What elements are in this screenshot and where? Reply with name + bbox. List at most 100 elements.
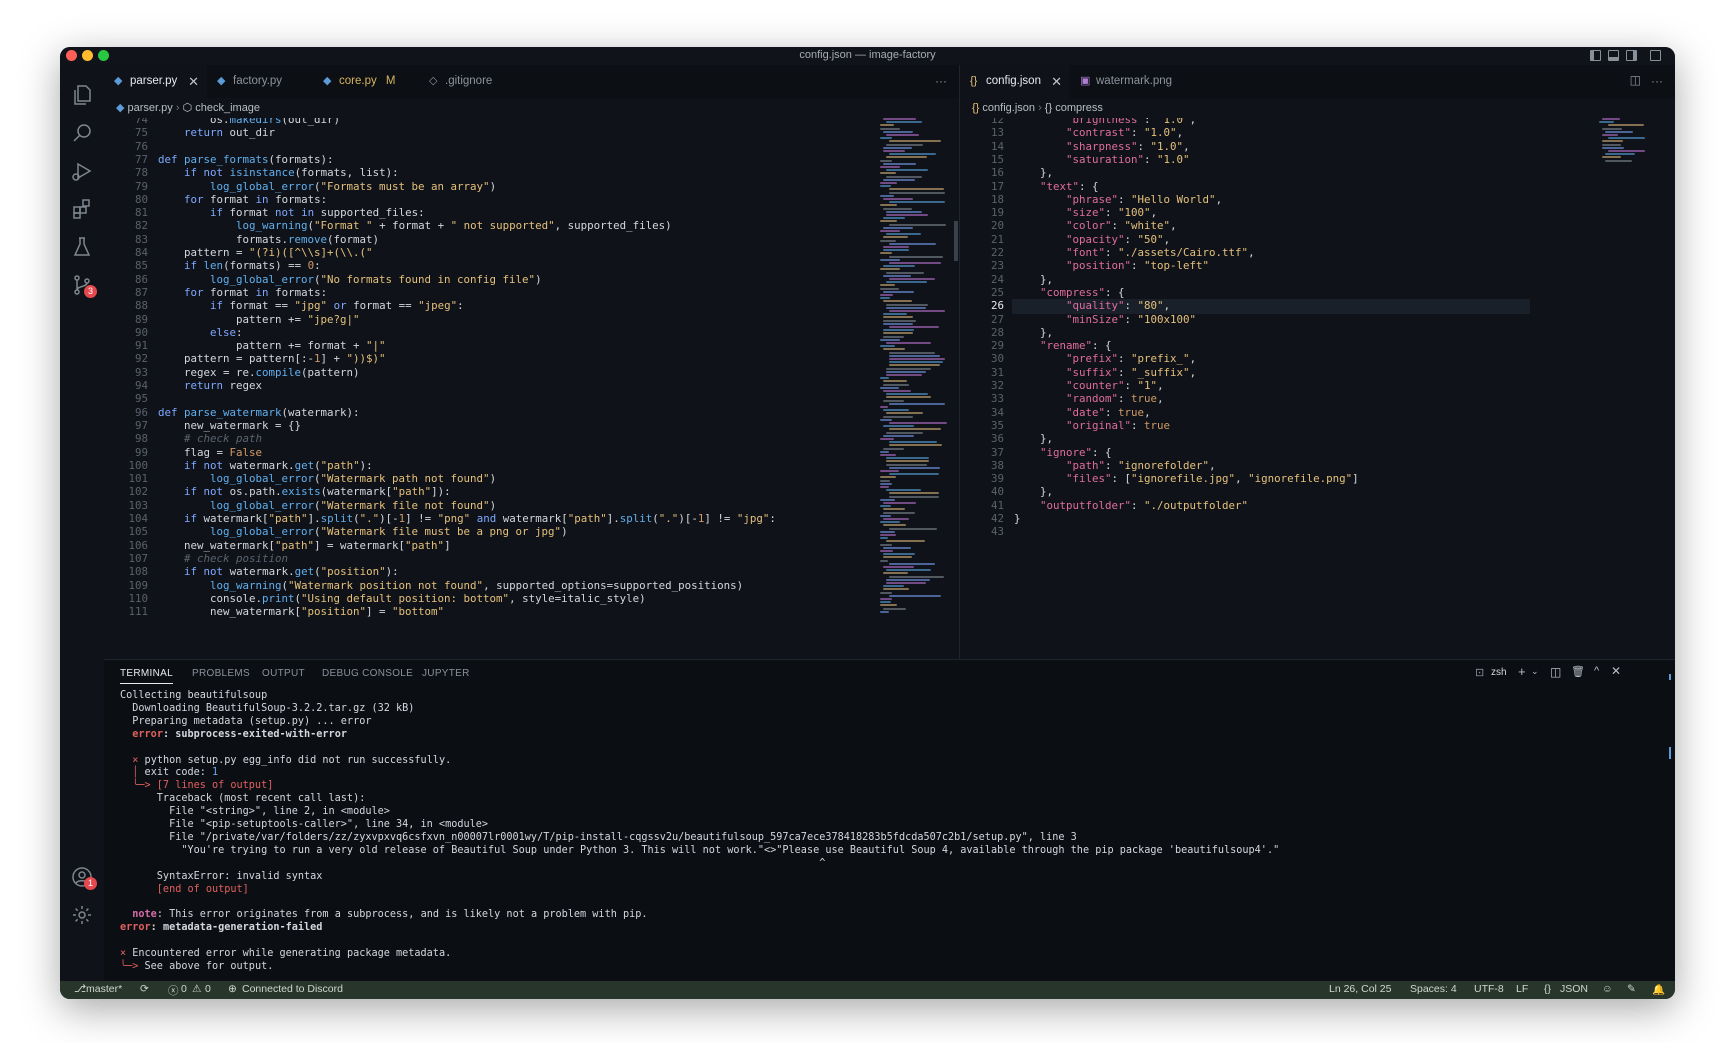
minimap-line — [880, 591, 892, 594]
git-branch[interactable]: master* — [86, 983, 122, 995]
customize-layout-icon[interactable] — [1650, 50, 1661, 61]
minimap-line — [889, 495, 940, 498]
python-file-icon: ◆ — [217, 75, 226, 87]
minimap-line — [880, 559, 889, 562]
tab-problems[interactable]: PROBLEMS — [192, 668, 250, 679]
breadcrumb-symbol[interactable]: compress — [1055, 102, 1103, 114]
extensions-icon[interactable] — [70, 197, 94, 221]
tab-terminal[interactable]: TERMINAL — [120, 668, 173, 684]
shell-name[interactable]: zsh — [1491, 667, 1507, 678]
line-ending[interactable]: LF — [1516, 983, 1528, 995]
minimap-line — [883, 425, 914, 428]
minimap-line — [889, 255, 944, 258]
minimap-line — [883, 399, 905, 402]
manage-gear-icon[interactable] — [70, 903, 94, 927]
minimap-line — [880, 598, 893, 600]
line-number: 111 — [128, 605, 148, 619]
sync-icon[interactable]: ⟳ — [140, 983, 149, 995]
minimap-line — [880, 185, 891, 188]
minimap-line — [880, 252, 892, 255]
accounts-icon[interactable]: 1 — [70, 865, 97, 890]
minimap-line — [883, 329, 914, 332]
explorer-icon[interactable] — [70, 83, 94, 107]
encoding[interactable]: UTF-8 — [1474, 983, 1504, 995]
minimap-line — [880, 124, 894, 127]
terminal-line: error: metadata-generation-failed — [120, 922, 323, 934]
tab-debug-console[interactable]: DEBUG CONSOLE — [322, 668, 413, 679]
indentation[interactable]: Spaces: 4 — [1410, 983, 1457, 995]
tab-factory-py[interactable]: ◆ factory.py — [207, 65, 313, 98]
testing-flask-icon[interactable] — [70, 235, 94, 259]
search-icon[interactable] — [70, 121, 94, 145]
minimap-line — [883, 332, 913, 335]
tab-parser-py[interactable]: ◆ parser.py ✕ — [104, 65, 207, 98]
tab-bar-left: ◆ parser.py ✕ ◆ factory.py ◆ core.py M ◇… — [104, 65, 959, 98]
bell-icon[interactable]: 🔔 — [1652, 983, 1665, 996]
minimap-right[interactable] — [1595, 118, 1655, 659]
minimap-line — [889, 191, 946, 194]
minimap-line — [886, 233, 922, 236]
language-mode[interactable]: JSON — [1560, 983, 1588, 995]
split-terminal-icon[interactable]: ◫ — [1550, 665, 1561, 679]
editor-group-right: {} config.json ✕ ▣ watermark.png ◫ ··· {… — [960, 65, 1675, 659]
minimap-line — [880, 377, 890, 380]
minimap-line — [883, 383, 909, 386]
scrollbar-left[interactable] — [954, 221, 958, 261]
close-panel-icon[interactable]: ✕ — [1611, 664, 1621, 678]
breadcrumb-symbol[interactable]: check_image — [195, 102, 260, 114]
error-count[interactable]: 0 — [181, 983, 187, 995]
terminal-output[interactable]: Collecting beautifulsoup Downloading Bea… — [120, 690, 1655, 977]
tab-config-json[interactable]: {} config.json ✕ — [960, 65, 1070, 98]
minimap-left[interactable] — [876, 118, 947, 659]
feedback-icon[interactable]: ✎ — [1627, 983, 1636, 995]
minimap-line — [880, 530, 895, 533]
maximize-panel-icon[interactable]: ^ — [1594, 665, 1599, 677]
breadcrumb-file[interactable]: parser.py — [128, 102, 173, 114]
tab-watermark-png[interactable]: ▣ watermark.png — [1070, 65, 1186, 98]
more-actions-icon[interactable]: ··· — [935, 74, 947, 88]
run-debug-icon[interactable] — [70, 159, 94, 183]
minimap-line — [1599, 121, 1614, 124]
minimap-line — [1608, 137, 1645, 140]
toggle-secondary-sidebar-icon[interactable] — [1626, 50, 1637, 61]
tab-output[interactable]: OUTPUT — [262, 668, 305, 679]
error-icon: ⓧ — [168, 985, 179, 997]
toggle-primary-sidebar-icon[interactable] — [1590, 50, 1601, 61]
discord-status[interactable]: Connected to Discord — [242, 983, 343, 995]
more-actions-icon[interactable]: ··· — [1651, 74, 1663, 88]
source-control-icon[interactable]: 3 — [70, 273, 97, 298]
minimap-line — [880, 284, 895, 287]
tab-jupyter[interactable]: JUPYTER — [422, 668, 470, 679]
terminal-line: error: subprocess-exited-with-error — [132, 728, 347, 740]
close-tab-icon[interactable]: ✕ — [1051, 65, 1062, 98]
code-editor-left[interactable]: 74 os.makedirs(out_dir) 75 return out_dir… — [104, 118, 959, 659]
minimap-line — [883, 409, 909, 412]
minimap-line — [886, 463, 928, 466]
copilot-icon[interactable]: ☺ — [1602, 983, 1613, 995]
tab-core-py[interactable]: ◆ core.py M — [313, 65, 419, 98]
code-editor-right[interactable]: 12 "brightness": "1.0", 13 "contrast": "1… — [960, 118, 1675, 659]
terminal-line: "You're trying to run a very old release… — [120, 844, 1280, 856]
new-terminal-icon[interactable]: + — [1518, 664, 1526, 679]
minimap-line — [883, 316, 913, 319]
trash-icon[interactable]: 🗑 — [1571, 665, 1585, 678]
minimap-line — [1602, 146, 1625, 149]
minimap-line — [889, 140, 941, 143]
split-editor-icon[interactable]: ◫ — [1630, 73, 1641, 87]
breadcrumb-file[interactable]: config.json — [982, 102, 1035, 114]
warning-count[interactable]: 0 — [205, 983, 211, 995]
minimap-line — [886, 303, 929, 306]
minimap-line — [886, 569, 931, 572]
close-tab-icon[interactable]: ✕ — [188, 65, 199, 98]
cursor-position[interactable]: Ln 26, Col 25 — [1329, 983, 1391, 995]
tab-gitignore[interactable]: ◇ .gitignore — [419, 65, 519, 98]
toggle-panel-icon[interactable] — [1608, 50, 1619, 61]
minimap-line — [883, 511, 916, 514]
vscode-window: config.json — image-factory 3 1 ◆ parser… — [60, 47, 1675, 999]
minimap-line — [883, 434, 915, 437]
chevron-down-icon[interactable]: ⌄ — [1531, 666, 1539, 677]
tab-label: parser.py — [130, 75, 178, 87]
terminal-line: [end of output] — [120, 883, 249, 895]
minimap-line — [880, 239, 896, 242]
minimap-line — [880, 194, 895, 197]
